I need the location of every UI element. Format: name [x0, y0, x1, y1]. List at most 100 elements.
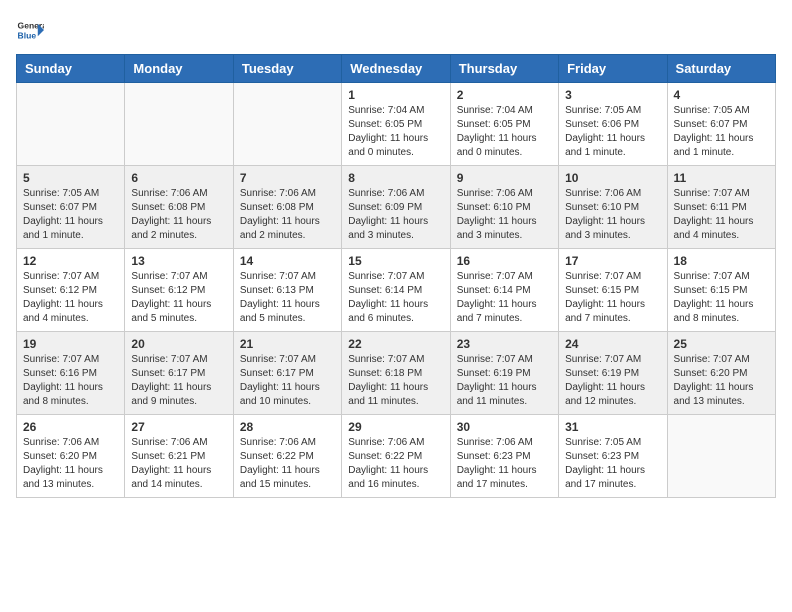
calendar-cell: 14 Sunrise: 7:07 AM Sunset: 6:13 PM Dayli… — [233, 249, 341, 332]
calendar-cell: 5 Sunrise: 7:05 AM Sunset: 6:07 PM Daylig… — [17, 166, 125, 249]
calendar-cell: 18 Sunrise: 7:07 AM Sunset: 6:15 PM Dayli… — [667, 249, 775, 332]
calendar-cell: 28Sunrise: 7:06 AM Sunset: 6:22 PM Dayli… — [233, 415, 341, 498]
logo: General Blue — [16, 16, 48, 44]
calendar-cell: 31 Sunrise: 7:05 AM Sunset: 6:23 PM Dayli… — [559, 415, 667, 498]
day-info: Sunrise: 7:06 AM Sunset: 6:09 PM Dayligh… — [348, 187, 443, 243]
svg-text:Blue: Blue — [18, 31, 37, 41]
day-number: 15 — [348, 254, 443, 268]
day-info: Sunrise: 7:07 AM Sunset: 6:20 PM Dayligh… — [674, 353, 769, 409]
calendar-cell: 1Sunrise: 7:04 AM Sunset: 6:05 PM Daylig… — [342, 83, 450, 166]
calendar-cell: 22Sunrise: 7:07 AM Sunset: 6:18 PM Dayli… — [342, 332, 450, 415]
day-info: Sunrise: 7:06 AM Sunset: 6:08 PM Dayligh… — [131, 187, 226, 243]
calendar-cell: 21Sunrise: 7:07 AM Sunset: 6:17 PM Dayli… — [233, 332, 341, 415]
header-monday: Monday — [125, 55, 233, 83]
calendar-week-4: 26 Sunrise: 7:06 AM Sunset: 6:20 PM Dayli… — [17, 415, 776, 498]
calendar-cell: 23 Sunrise: 7:07 AM Sunset: 6:19 PM Dayli… — [450, 332, 558, 415]
calendar-cell: 9Sunrise: 7:06 AM Sunset: 6:10 PM Daylig… — [450, 166, 558, 249]
calendar-cell: 29 Sunrise: 7:06 AM Sunset: 6:22 PM Dayli… — [342, 415, 450, 498]
day-number: 10 — [565, 171, 660, 185]
day-info: Sunrise: 7:07 AM Sunset: 6:15 PM Dayligh… — [674, 270, 769, 326]
calendar-cell: 11 Sunrise: 7:07 AM Sunset: 6:11 PM Dayli… — [667, 166, 775, 249]
day-number: 31 — [565, 420, 660, 434]
day-info: Sunrise: 7:07 AM Sunset: 6:13 PM Dayligh… — [240, 270, 335, 326]
day-number: 25 — [674, 337, 769, 351]
calendar-cell: 13 Sunrise: 7:07 AM Sunset: 6:12 PM Dayli… — [125, 249, 233, 332]
calendar-cell: 19 Sunrise: 7:07 AM Sunset: 6:16 PM Dayli… — [17, 332, 125, 415]
day-info: Sunrise: 7:07 AM Sunset: 6:16 PM Dayligh… — [23, 353, 118, 409]
calendar-cell: 7Sunrise: 7:06 AM Sunset: 6:08 PM Daylig… — [233, 166, 341, 249]
day-number: 19 — [23, 337, 118, 351]
day-number: 22 — [348, 337, 443, 351]
day-info: Sunrise: 7:06 AM Sunset: 6:22 PM Dayligh… — [348, 436, 443, 492]
calendar-cell — [17, 83, 125, 166]
day-info: Sunrise: 7:06 AM Sunset: 6:22 PM Dayligh… — [240, 436, 335, 492]
day-number: 14 — [240, 254, 335, 268]
day-info: Sunrise: 7:04 AM Sunset: 6:05 PM Dayligh… — [348, 104, 443, 160]
day-info: Sunrise: 7:06 AM Sunset: 6:23 PM Dayligh… — [457, 436, 552, 492]
header-thursday: Thursday — [450, 55, 558, 83]
day-number: 7 — [240, 171, 335, 185]
day-info: Sunrise: 7:07 AM Sunset: 6:14 PM Dayligh… — [348, 270, 443, 326]
day-number: 30 — [457, 420, 552, 434]
calendar-cell: 27 Sunrise: 7:06 AM Sunset: 6:21 PM Dayli… — [125, 415, 233, 498]
calendar-cell: 6Sunrise: 7:06 AM Sunset: 6:08 PM Daylig… — [125, 166, 233, 249]
calendar-cell: 12 Sunrise: 7:07 AM Sunset: 6:12 PM Dayli… — [17, 249, 125, 332]
calendar-cell: 10 Sunrise: 7:06 AM Sunset: 6:10 PM Dayli… — [559, 166, 667, 249]
calendar-cell: 25 Sunrise: 7:07 AM Sunset: 6:20 PM Dayli… — [667, 332, 775, 415]
day-info: Sunrise: 7:07 AM Sunset: 6:12 PM Dayligh… — [23, 270, 118, 326]
day-info: Sunrise: 7:07 AM Sunset: 6:15 PM Dayligh… — [565, 270, 660, 326]
day-info: Sunrise: 7:06 AM Sunset: 6:20 PM Dayligh… — [23, 436, 118, 492]
day-number: 2 — [457, 88, 552, 102]
day-number: 20 — [131, 337, 226, 351]
day-number: 9 — [457, 171, 552, 185]
calendar-cell: 8 Sunrise: 7:06 AM Sunset: 6:09 PM Daylig… — [342, 166, 450, 249]
day-info: Sunrise: 7:06 AM Sunset: 6:10 PM Dayligh… — [565, 187, 660, 243]
header-wednesday: Wednesday — [342, 55, 450, 83]
day-info: Sunrise: 7:07 AM Sunset: 6:12 PM Dayligh… — [131, 270, 226, 326]
day-info: Sunrise: 7:07 AM Sunset: 6:11 PM Dayligh… — [674, 187, 769, 243]
day-number: 24 — [565, 337, 660, 351]
day-number: 12 — [23, 254, 118, 268]
day-number: 4 — [674, 88, 769, 102]
logo-icon: General Blue — [16, 16, 44, 44]
calendar-cell: 30 Sunrise: 7:06 AM Sunset: 6:23 PM Dayli… — [450, 415, 558, 498]
calendar-cell: 15 Sunrise: 7:07 AM Sunset: 6:14 PM Dayli… — [342, 249, 450, 332]
day-number: 23 — [457, 337, 552, 351]
calendar-week-1: 5 Sunrise: 7:05 AM Sunset: 6:07 PM Daylig… — [17, 166, 776, 249]
day-number: 8 — [348, 171, 443, 185]
page-header: General Blue — [16, 16, 776, 44]
header-saturday: Saturday — [667, 55, 775, 83]
header-tuesday: Tuesday — [233, 55, 341, 83]
calendar-cell: 20 Sunrise: 7:07 AM Sunset: 6:17 PM Dayli… — [125, 332, 233, 415]
day-info: Sunrise: 7:05 AM Sunset: 6:06 PM Dayligh… — [565, 104, 660, 160]
calendar-cell: 26 Sunrise: 7:06 AM Sunset: 6:20 PM Dayli… — [17, 415, 125, 498]
day-number: 18 — [674, 254, 769, 268]
day-number: 27 — [131, 420, 226, 434]
calendar-cell: 4 Sunrise: 7:05 AM Sunset: 6:07 PM Daylig… — [667, 83, 775, 166]
calendar-cell: 16 Sunrise: 7:07 AM Sunset: 6:14 PM Dayli… — [450, 249, 558, 332]
header-sunday: Sunday — [17, 55, 125, 83]
day-number: 26 — [23, 420, 118, 434]
day-number: 13 — [131, 254, 226, 268]
calendar-cell: 3Sunrise: 7:05 AM Sunset: 6:06 PM Daylig… — [559, 83, 667, 166]
day-info: Sunrise: 7:05 AM Sunset: 6:23 PM Dayligh… — [565, 436, 660, 492]
calendar-header-row: SundayMondayTuesdayWednesdayThursdayFrid… — [17, 55, 776, 83]
day-info: Sunrise: 7:07 AM Sunset: 6:14 PM Dayligh… — [457, 270, 552, 326]
day-info: Sunrise: 7:05 AM Sunset: 6:07 PM Dayligh… — [23, 187, 118, 243]
day-number: 17 — [565, 254, 660, 268]
header-friday: Friday — [559, 55, 667, 83]
calendar-cell: 2Sunrise: 7:04 AM Sunset: 6:05 PM Daylig… — [450, 83, 558, 166]
day-info: Sunrise: 7:07 AM Sunset: 6:19 PM Dayligh… — [457, 353, 552, 409]
day-number: 29 — [348, 420, 443, 434]
day-number: 11 — [674, 171, 769, 185]
calendar-cell: 17 Sunrise: 7:07 AM Sunset: 6:15 PM Dayli… — [559, 249, 667, 332]
day-number: 16 — [457, 254, 552, 268]
day-info: Sunrise: 7:05 AM Sunset: 6:07 PM Dayligh… — [674, 104, 769, 160]
calendar-week-0: 1Sunrise: 7:04 AM Sunset: 6:05 PM Daylig… — [17, 83, 776, 166]
calendar-cell — [667, 415, 775, 498]
calendar-week-3: 19 Sunrise: 7:07 AM Sunset: 6:16 PM Dayli… — [17, 332, 776, 415]
calendar-week-2: 12 Sunrise: 7:07 AM Sunset: 6:12 PM Dayli… — [17, 249, 776, 332]
day-info: Sunrise: 7:06 AM Sunset: 6:21 PM Dayligh… — [131, 436, 226, 492]
day-number: 5 — [23, 171, 118, 185]
day-info: Sunrise: 7:07 AM Sunset: 6:17 PM Dayligh… — [131, 353, 226, 409]
